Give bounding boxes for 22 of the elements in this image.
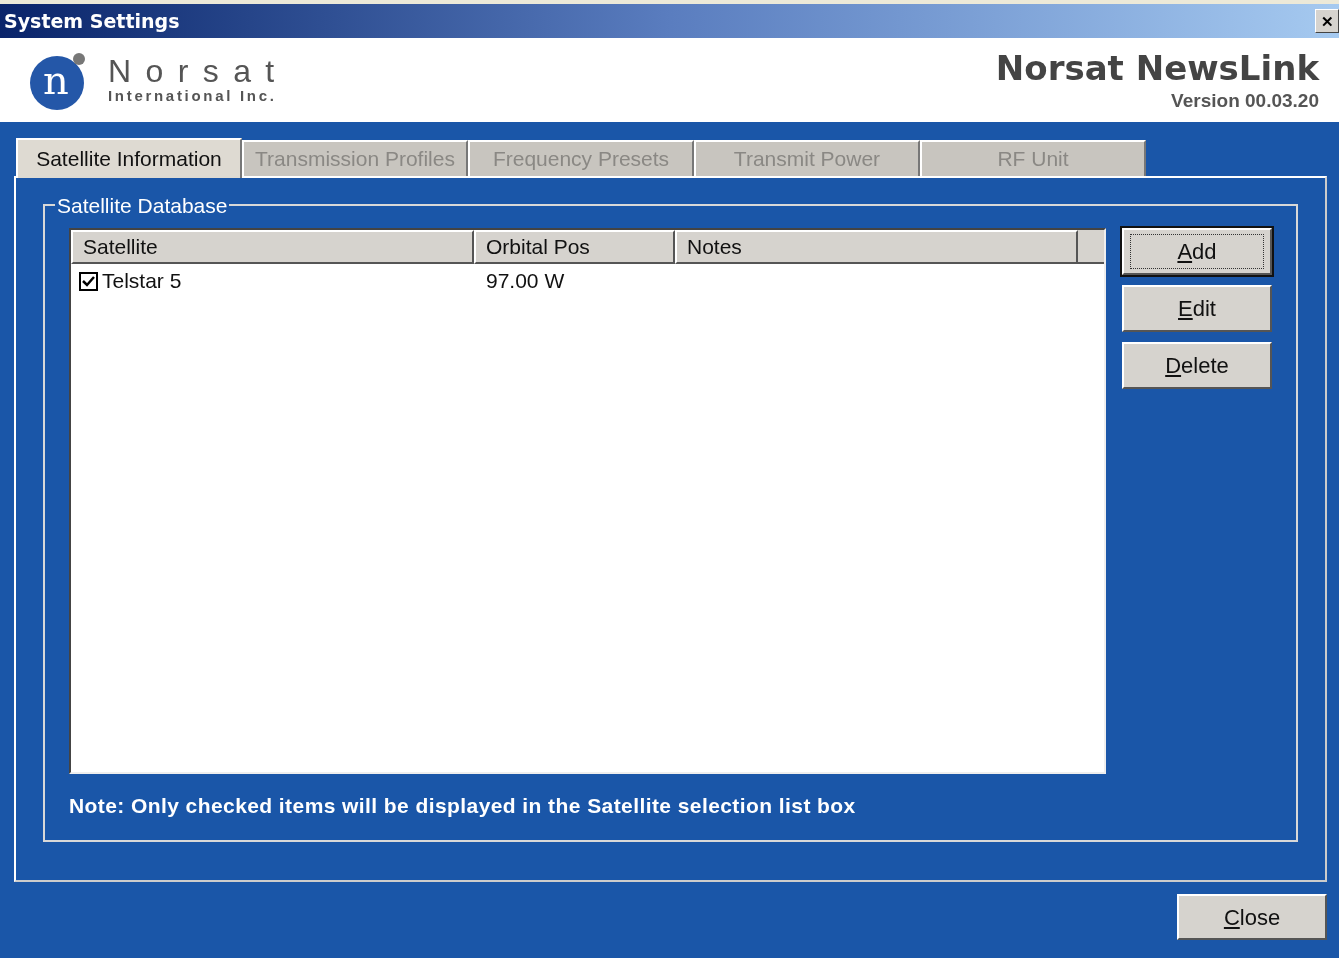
company-name: Norsat	[108, 54, 289, 87]
close-button[interactable]: ✕	[1315, 9, 1339, 33]
column-header[interactable]: Orbital Pos	[474, 230, 675, 264]
column-header[interactable]: Satellite	[71, 230, 474, 264]
tab[interactable]: Satellite Information	[16, 138, 242, 178]
version-label: Version 00.03.20	[1171, 89, 1319, 114]
column-header[interactable]: Notes	[675, 230, 1078, 264]
company-subtitle: International Inc.	[108, 86, 278, 106]
push-button[interactable]: Delete	[1122, 342, 1272, 389]
close-dialog-button[interactable]: Close	[1177, 894, 1327, 940]
table-cell-text: 97.00 W	[486, 268, 565, 295]
row-checkbox[interactable]	[79, 271, 98, 291]
table-row[interactable]: Telstar 5 97.00 W	[71, 264, 1104, 298]
note-text: Note: Only checked items will be displayed in the Satellite selection list box	[69, 793, 857, 819]
check-icon	[82, 275, 95, 287]
push-button[interactable]: Add	[1122, 228, 1272, 275]
window-title: System Settings	[4, 8, 180, 34]
table-cell-text: Telstar 5	[102, 268, 182, 295]
push-button[interactable]: Edit	[1122, 285, 1272, 332]
logo-dot-icon	[73, 53, 85, 65]
logo-letter: n	[43, 60, 69, 100]
product-name: Norsat NewsLink	[995, 46, 1319, 90]
